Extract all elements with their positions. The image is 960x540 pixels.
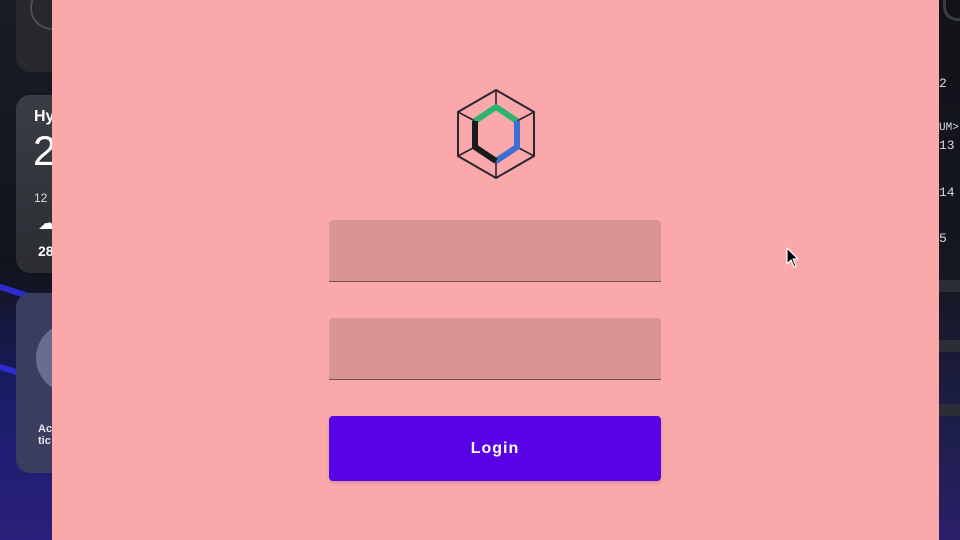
cloud-icon: ☁ (38, 213, 52, 233)
weather-temperature: 2 (33, 127, 52, 174)
clock-dial-icon (30, 0, 52, 30)
editor-line: UM> (939, 122, 959, 134)
editor-line: 5 (939, 231, 947, 246)
weather-city: Hy (34, 108, 52, 125)
desktop-background-left: Hy 2 12 ☁ 28 Ac tic (0, 0, 52, 540)
activity-text: Ac tic (38, 423, 52, 447)
activity-widget: Ac tic (16, 293, 52, 473)
weather-detail: 12 (34, 191, 48, 205)
weather-low: 28 (38, 243, 52, 259)
editor-line: 2 (939, 76, 947, 91)
password-input[interactable] (329, 318, 661, 380)
weather-widget: Hy 2 12 ☁ 28 (16, 95, 52, 273)
editor-bar (939, 404, 960, 416)
editor-bar (939, 280, 960, 292)
editor-line: 13 (939, 138, 955, 153)
login-window: Login (52, 0, 939, 540)
editor-line: 14 (939, 185, 955, 200)
activity-text-line2: tic (38, 435, 51, 447)
desktop-background-right: 2 UM> 13 14 5 (939, 0, 960, 540)
username-input[interactable] (329, 220, 661, 282)
desktop-corner-shape (939, 0, 960, 40)
clock-widget (16, 0, 52, 72)
mouse-pointer-icon (786, 247, 799, 268)
editor-bar (939, 340, 960, 352)
activity-text-line1: Ac (38, 423, 52, 435)
login-button[interactable]: Login (329, 416, 661, 481)
activity-ring-icon (36, 323, 52, 393)
jmix-logo-icon (457, 88, 535, 180)
